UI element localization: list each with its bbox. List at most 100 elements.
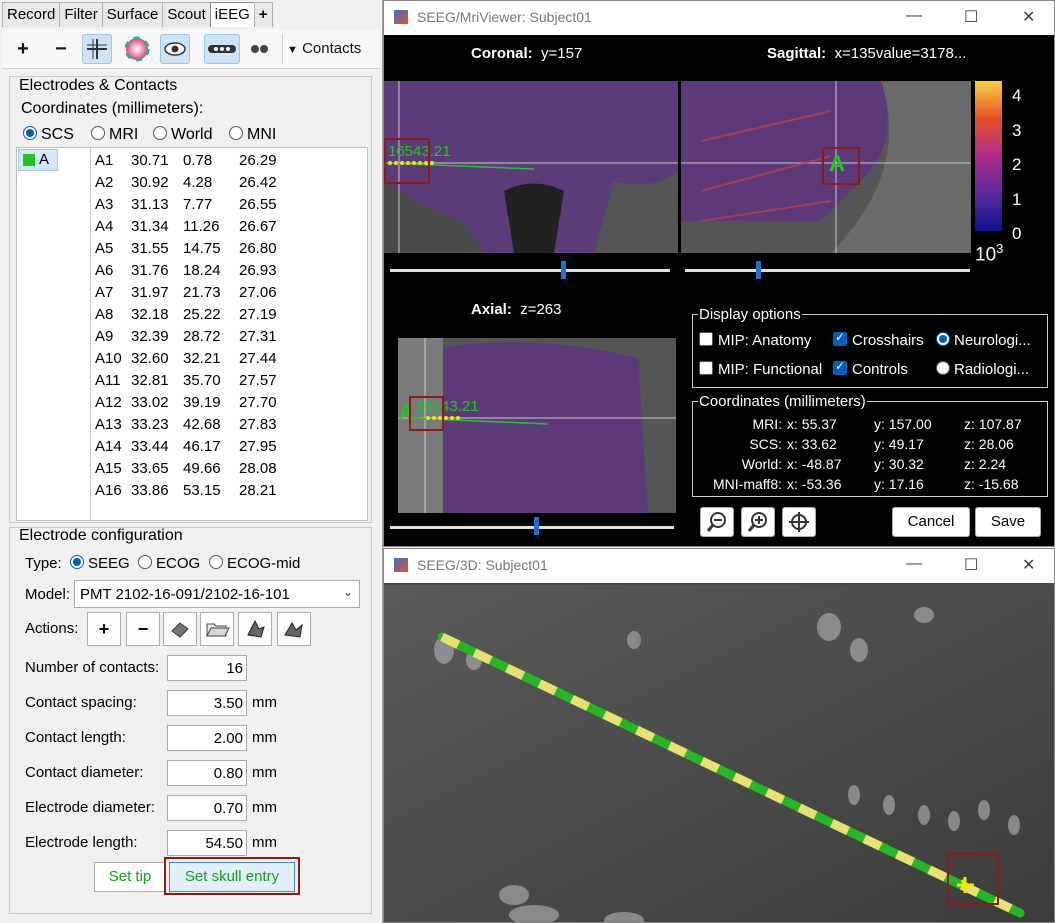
coord-system-scs[interactable]: SCS xyxy=(23,126,74,144)
crosshair-target-icon[interactable] xyxy=(782,507,816,537)
coord-x: x: -53.36 xyxy=(787,476,842,492)
field-input[interactable]: 3.50 xyxy=(167,690,247,716)
electrodes-contacts-title: Electrodes & Contacts xyxy=(19,77,178,94)
coord-system-mri[interactable]: MRI xyxy=(91,126,138,144)
contact-y: 4.28 xyxy=(183,174,213,191)
coronal-slider-thumb[interactable] xyxy=(561,261,566,279)
field-input[interactable]: 2.00 xyxy=(167,725,247,751)
contact-row[interactable]: A12 33.02 39.19 27.70 xyxy=(95,392,289,414)
tab-surface[interactable]: Surface xyxy=(101,2,164,27)
type-ecog-mid[interactable]: ECOG-mid xyxy=(209,555,300,572)
radio-ecog[interactable] xyxy=(138,555,152,569)
contact-name: A6 xyxy=(95,262,114,279)
color-wheel-icon[interactable] xyxy=(122,34,152,64)
tab-filter[interactable]: Filter xyxy=(59,2,103,27)
remove-contact-button[interactable]: − xyxy=(126,612,160,646)
contact-row[interactable]: A3 31.13 7.77 26.55 xyxy=(95,194,289,216)
contact-row[interactable]: A4 31.34 11.26 26.67 xyxy=(95,216,289,238)
field-input[interactable]: 0.70 xyxy=(167,795,247,821)
contact-z: 27.31 xyxy=(239,328,277,345)
contact-row[interactable]: A7 31.97 21.73 27.06 xyxy=(95,282,289,304)
coord-system-world[interactable]: World xyxy=(153,126,213,144)
radio-world[interactable] xyxy=(153,126,167,140)
model-select[interactable]: PMT 2102-16-091/2102-16-101 ⌄ xyxy=(74,580,360,608)
contact-row[interactable]: A8 32.18 25.22 27.19 xyxy=(95,304,289,326)
contact-row[interactable]: A2 30.92 4.28 26.42 xyxy=(95,172,289,194)
zoom-out-icon[interactable] xyxy=(700,507,734,537)
maximize-icon[interactable]: ☐ xyxy=(964,555,978,575)
radio-scs[interactable] xyxy=(23,126,37,140)
crosshair-icon[interactable] xyxy=(82,34,112,64)
contact-y: 53.15 xyxy=(183,482,221,499)
radio-mri[interactable] xyxy=(91,126,105,140)
electrode-item-a[interactable]: A xyxy=(18,149,58,171)
type-ecog[interactable]: ECOG xyxy=(138,555,200,572)
close-icon[interactable]: ✕ xyxy=(1022,7,1035,27)
field-input[interactable]: 16 xyxy=(167,655,247,681)
coord-z: z: 107.87 xyxy=(964,416,1022,432)
sagittal-slider-thumb[interactable] xyxy=(756,261,761,279)
contact-y: 46.17 xyxy=(183,438,221,455)
controls-checkbox[interactable]: Controls xyxy=(833,359,908,378)
axial-slider[interactable] xyxy=(390,526,674,529)
contact-row[interactable]: A16 33.86 53.15 28.21 xyxy=(95,480,289,502)
radio-mni[interactable] xyxy=(229,126,243,140)
zoom-in-icon[interactable] xyxy=(741,507,775,537)
field-label: Contact length: xyxy=(25,729,126,746)
mip-anatomy-checkbox[interactable]: MIP: Anatomy xyxy=(699,332,811,349)
contact-x: 30.71 xyxy=(131,152,169,169)
type-seeg[interactable]: SEEG xyxy=(70,555,130,572)
folder-open-icon[interactable] xyxy=(200,612,234,646)
project-electrodes-icon[interactable] xyxy=(163,612,197,646)
contact-name: A9 xyxy=(95,328,114,345)
tab-add[interactable]: + xyxy=(253,2,273,27)
contact-row[interactable]: A10 32.60 32.21 27.44 xyxy=(95,348,289,370)
axial-slider-thumb[interactable] xyxy=(534,517,539,535)
highlight-box xyxy=(409,396,444,431)
neurological-radio[interactable]: Neurologi... xyxy=(936,332,1031,349)
crosshairs-checkbox[interactable]: Crosshairs xyxy=(833,330,924,349)
contact-row[interactable]: A1 30.71 0.78 26.29 xyxy=(95,150,289,172)
radio-seeg[interactable] xyxy=(70,555,84,569)
maximize-icon[interactable]: ☐ xyxy=(964,7,978,27)
contact-row[interactable]: A11 32.81 35.70 27.57 xyxy=(95,370,289,392)
radio-ecog-mid[interactable] xyxy=(209,555,223,569)
add-electrode-button[interactable]: + xyxy=(8,34,38,64)
contact-row[interactable]: A13 33.23 42.68 27.83 xyxy=(95,414,289,436)
contact-name: A7 xyxy=(95,284,114,301)
close-icon[interactable]: ✕ xyxy=(1022,555,1035,575)
contact-z: 26.67 xyxy=(239,218,277,235)
contact-row[interactable]: A9 32.39 28.72 27.31 xyxy=(95,326,289,348)
save-button[interactable]: Save xyxy=(975,507,1041,537)
sagittal-slider[interactable] xyxy=(685,269,970,272)
contacts-display-icon[interactable] xyxy=(244,34,274,64)
radiological-radio[interactable]: Radiologi... xyxy=(936,361,1029,378)
tab-ieeg[interactable]: iEEG xyxy=(209,2,255,27)
set-tip-button[interactable]: Set tip xyxy=(94,862,166,892)
add-contact-button[interactable]: + xyxy=(87,612,121,646)
contact-row[interactable]: A14 33.44 46.17 27.95 xyxy=(95,436,289,458)
contacts-list[interactable]: A A1 30.71 0.78 26.29 A2 30.92 4.28 26.42 A3 31.1… xyxy=(16,147,368,521)
contacts-dropdown[interactable]: ▼ Contacts xyxy=(282,34,379,64)
field-input[interactable]: 54.50 xyxy=(167,830,247,856)
contact-row[interactable]: A15 33.65 49.66 28.08 xyxy=(95,458,289,480)
electrode-display-icon[interactable] xyxy=(204,34,240,64)
export-electrodes-icon[interactable] xyxy=(277,612,311,646)
import-electrodes-icon[interactable] xyxy=(238,612,272,646)
contact-row[interactable]: A6 31.76 18.24 26.93 xyxy=(95,260,289,282)
coord-system-mni[interactable]: MNI xyxy=(229,126,276,144)
field-input[interactable]: 0.80 xyxy=(167,760,247,786)
minimize-icon[interactable]: — xyxy=(906,7,922,25)
cancel-button[interactable]: Cancel xyxy=(892,507,970,537)
field-unit: mm xyxy=(252,764,277,781)
contact-row[interactable]: A5 31.55 14.75 26.80 xyxy=(95,238,289,260)
contact-x: 30.92 xyxy=(131,174,169,191)
minimize-icon[interactable]: — xyxy=(906,555,922,573)
eye-icon[interactable] xyxy=(160,34,190,64)
remove-electrode-button[interactable]: − xyxy=(46,34,76,64)
mip-functional-checkbox[interactable]: MIP: Functional xyxy=(699,361,822,378)
tab-record[interactable]: Record xyxy=(2,2,61,27)
coord-x: x: -48.87 xyxy=(787,456,842,472)
tab-scout[interactable]: Scout xyxy=(162,2,211,27)
coronal-slider[interactable] xyxy=(390,269,670,272)
